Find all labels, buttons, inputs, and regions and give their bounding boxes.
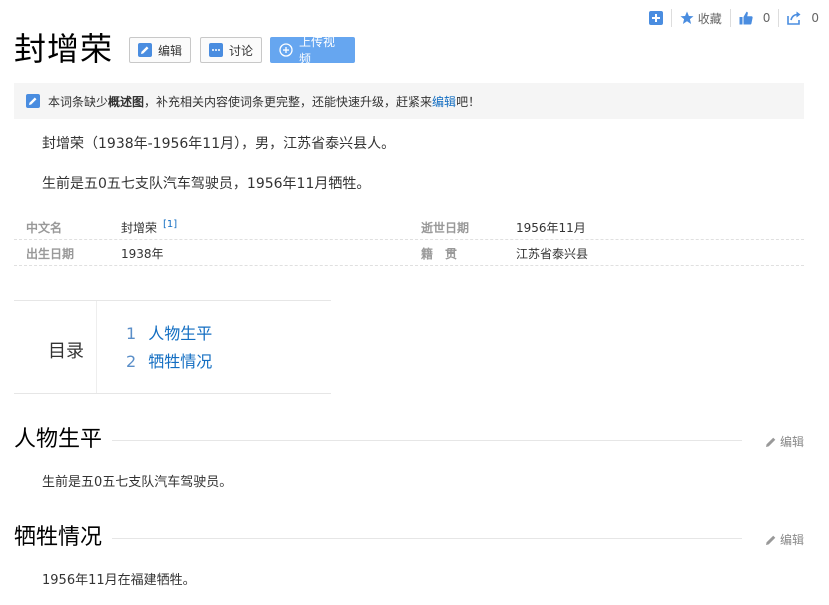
edit-button[interactable]: 编辑 (129, 37, 191, 63)
toc-item-number: 1 (126, 324, 137, 343)
info-key-birth: 出生日期 (26, 247, 75, 261)
plus-square-icon (648, 11, 663, 25)
thumbs-up-icon (739, 11, 753, 25)
section-paragraph: 生前是五0五七支队汽车驾驶员。 (42, 475, 233, 490)
star-icon (680, 11, 694, 24)
section-edit-button[interactable]: 编辑 (765, 433, 804, 450)
info-value-name: 封增荣 [1] (121, 219, 177, 236)
top-action-bar: 收藏 0 0 (641, 9, 819, 27)
toc-item-1[interactable]: 1 人物生平 (126, 320, 212, 344)
section-heading: 牺牲情况 编辑 (14, 523, 804, 553)
name-value: 封增荣 (121, 221, 158, 235)
basic-info-row: 中文名 封增荣 [1] 逝世日期 1956年11月 (14, 213, 804, 240)
edit-button-label: 编辑 (158, 43, 183, 58)
toc-title: 目录 (48, 341, 84, 362)
pencil-icon (138, 43, 152, 57)
info-key-death: 逝世日期 (421, 221, 470, 235)
section-edit-label: 编辑 (779, 533, 804, 547)
section-divider (14, 538, 742, 539)
notice-edit-link[interactable]: 编辑 (432, 93, 456, 110)
section-divider (14, 440, 742, 441)
like-count: 0 (762, 11, 771, 25)
comment-icon (209, 43, 223, 57)
info-key-name: 中文名 (26, 221, 63, 235)
section-paragraph: 1956年11月在福建牺牲。 (42, 573, 196, 588)
favorite-label: 收藏 (697, 11, 722, 26)
summary-paragraph: 封增荣（1938年-1956年11月），男，江苏省泰兴县人。 (42, 136, 396, 152)
notice-text-2: ，补充相关内容使词条更完整，还能快速升级，赶紧来 (144, 94, 433, 109)
pencil-icon (765, 437, 776, 447)
section-heading: 人物生平 编辑 (14, 425, 804, 455)
missing-image-notice: 本词条缺少 概述图 ，补充相关内容使词条更完整，还能快速升级，赶紧来 编辑 吧！ (14, 83, 804, 119)
share-count: 0 (811, 11, 819, 25)
toc-item-label: 人物生平 (148, 324, 213, 343)
discuss-button[interactable]: 讨论 (200, 37, 262, 63)
toc-item-2[interactable]: 2 牺牲情况 (126, 348, 212, 372)
upload-video-label: 上传视频 (299, 35, 336, 66)
reference-link[interactable]: [1] (163, 219, 177, 230)
section-title: 人物生平 (14, 425, 113, 455)
like-button[interactable]: 0 (731, 9, 780, 27)
page-title: 封增荣 (14, 30, 114, 68)
pencil-icon (26, 94, 40, 108)
notice-text-1: 本词条缺少 (48, 94, 109, 109)
discuss-button-label: 讨论 (229, 43, 254, 58)
add-button[interactable] (641, 9, 672, 27)
toc-item-number: 2 (126, 352, 137, 371)
info-value-death: 1956年11月 (516, 221, 586, 235)
toc-item-label: 牺牲情况 (148, 352, 213, 371)
toc-header: 目录 (14, 301, 97, 393)
info-value-origin: 江苏省泰兴县 (516, 247, 589, 261)
pencil-icon (765, 535, 776, 545)
upload-video-button[interactable]: 上传视频 (270, 35, 355, 66)
notice-bold: 概述图 (108, 94, 145, 109)
favorite-button[interactable]: 收藏 (672, 9, 731, 27)
plus-circle-icon (279, 43, 293, 57)
section-edit-label: 编辑 (779, 435, 804, 449)
basic-info-row: 出生日期 1938年 籍 贯 江苏省泰兴县 (14, 239, 804, 266)
section-edit-button[interactable]: 编辑 (765, 531, 804, 548)
info-key-origin: 籍 贯 (421, 247, 458, 261)
summary-paragraph: 生前是五0五七支队汽车驾驶员，1956年11月牺牲。 (42, 176, 371, 192)
table-of-contents: 目录 1 人物生平 2 牺牲情况 (14, 300, 331, 394)
share-icon (787, 11, 801, 25)
notice-text-3: 吧！ (456, 94, 481, 109)
share-button[interactable]: 0 (779, 9, 819, 27)
info-value-birth: 1938年 (121, 247, 164, 261)
section-title: 牺牲情况 (14, 523, 113, 553)
